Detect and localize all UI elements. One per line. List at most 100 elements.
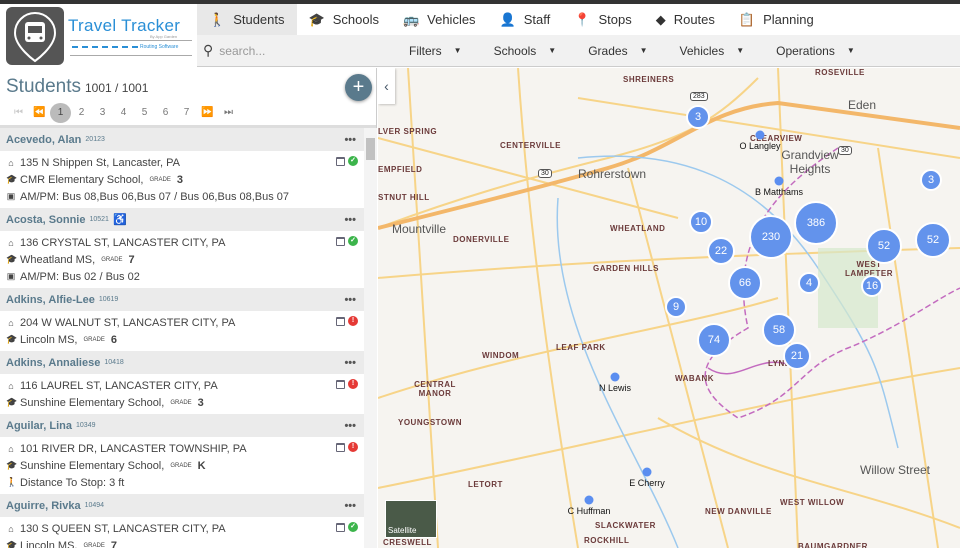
grades-dropdown[interactable]: Grades ▼ <box>588 44 647 58</box>
map[interactable]: ‹ SHREINERS ROSEVILLE CLEARVIEW CENTERVILLE… <box>378 68 960 548</box>
student-header[interactable]: Adkins, Annaliese 10418 ••• <box>0 351 364 374</box>
prev-page-icon[interactable]: ⏪ <box>29 103 50 123</box>
student-header[interactable]: Acosta, Sonnie 10521 ♿ ••• <box>0 208 364 231</box>
last-page-icon[interactable]: ⏭ <box>218 103 239 123</box>
student-name[interactable]: Aguirre, Rivka <box>6 500 81 512</box>
next-page-icon[interactable]: ⏩ <box>197 103 218 123</box>
stop-marker[interactable] <box>642 467 652 477</box>
student-name[interactable]: Acosta, Sonnie <box>6 214 85 226</box>
calendar-icon[interactable] <box>336 442 345 452</box>
map-town-label: Rohrerstown <box>578 167 647 181</box>
grade-label: GRADE <box>101 256 123 263</box>
map-area-label: SHREINERS <box>623 75 675 84</box>
student-address: 204 W WALNUT ST, LANCASTER CITY, PA <box>20 316 236 329</box>
highway-shield: 30 <box>838 146 852 155</box>
student-cluster-marker[interactable]: 230 <box>749 215 793 259</box>
map-area-label: CENTRAL MANOR <box>414 380 456 398</box>
scrollbar-thumb[interactable] <box>366 138 375 160</box>
stop-marker[interactable] <box>755 130 765 140</box>
student-name[interactable]: Adkins, Alfie-Lee <box>6 294 95 306</box>
student-cluster-marker[interactable]: 4 <box>798 272 820 294</box>
calendar-icon[interactable] <box>336 156 345 166</box>
tab-vehicles[interactable]: 🚌 Vehicles <box>391 4 488 35</box>
student-cluster-marker[interactable]: 58 <box>762 313 796 347</box>
student-header[interactable]: Aguilar, Lina 10349 ••• <box>0 414 364 437</box>
check-circle-icon: ✓ <box>348 236 358 246</box>
student-name[interactable]: Adkins, Annaliese <box>6 357 100 369</box>
scrollbar[interactable] <box>364 128 377 548</box>
page-7[interactable]: 7 <box>176 103 197 123</box>
panel-title: Students 1001 / 1001 <box>6 76 148 98</box>
tab-schools[interactable]: 🎓 Schools <box>297 4 391 35</box>
map-area-label: WINDOM <box>482 351 520 360</box>
first-page-icon[interactable]: ⏮ <box>8 103 29 123</box>
student-name[interactable]: Aguilar, Lina <box>6 420 72 432</box>
more-options-icon[interactable]: ••• <box>344 500 356 512</box>
page-6[interactable]: 6 <box>155 103 176 123</box>
student-count: 1001 / 1001 <box>85 81 149 95</box>
student-name[interactable]: Acevedo, Alan <box>6 134 81 146</box>
add-student-button[interactable]: + <box>345 74 372 101</box>
student-id: 10521 <box>89 216 109 223</box>
student-id: 10418 <box>104 359 124 366</box>
highway-shield: 283 <box>690 92 708 101</box>
student-cluster-marker[interactable]: 3 <box>920 169 942 191</box>
app-logo[interactable]: Travel Tracker By App Garden Routing Sof… <box>0 4 197 68</box>
student-cluster-marker[interactable]: 10 <box>689 210 713 234</box>
calendar-icon[interactable] <box>336 236 345 246</box>
stop-marker[interactable] <box>584 495 594 505</box>
student-cluster-marker[interactable]: 74 <box>697 323 731 357</box>
page-3[interactable]: 3 <box>92 103 113 123</box>
clipboard-icon: 📋 <box>738 11 756 27</box>
student-cluster-marker[interactable]: 21 <box>783 342 811 370</box>
tab-stops[interactable]: 📍 Stops <box>562 4 643 35</box>
student-cluster-marker[interactable]: 386 <box>794 201 838 245</box>
more-options-icon[interactable]: ••• <box>344 420 356 432</box>
satellite-toggle[interactable]: Satellite <box>385 500 437 538</box>
map-area-label: CRESWELL <box>383 538 432 547</box>
page-4[interactable]: 4 <box>113 103 134 123</box>
student-grade: 3 <box>176 173 183 186</box>
search-input[interactable]: ⚲ search... <box>197 42 397 59</box>
student-cluster-marker[interactable]: 9 <box>665 296 687 318</box>
student-header[interactable]: Adkins, Alfie-Lee 10619 ••• <box>0 288 364 311</box>
student-cluster-marker[interactable]: 66 <box>728 266 762 300</box>
app-by: By App Garden <box>150 34 178 39</box>
student-extra-info: Distance To Stop: 3 ft <box>20 476 125 489</box>
student-cluster-marker[interactable]: 52 <box>866 228 902 264</box>
calendar-icon[interactable] <box>336 379 345 389</box>
wheelchair-icon: ♿ <box>112 214 127 226</box>
stop-marker[interactable] <box>610 372 620 382</box>
stop-marker[interactable] <box>774 176 784 186</box>
more-options-icon[interactable]: ••• <box>344 134 356 146</box>
page-1[interactable]: 1 <box>50 103 71 123</box>
filters-dropdown[interactable]: Filters ▼ <box>409 44 462 58</box>
grade-label: GRADE <box>149 176 171 183</box>
calendar-icon[interactable] <box>336 522 345 532</box>
tab-planning[interactable]: 📋 Planning <box>727 4 826 35</box>
vehicles-dropdown[interactable]: Vehicles ▼ <box>680 44 745 58</box>
student-header[interactable]: Aguirre, Rivka 10494 ••• <box>0 494 364 517</box>
graduation-cap-icon: 🎓 <box>6 174 18 184</box>
student-cluster-marker[interactable]: 3 <box>686 105 710 129</box>
collapse-panel-button[interactable]: ‹ <box>378 68 395 104</box>
calendar-icon[interactable] <box>336 316 345 326</box>
more-options-icon[interactable]: ••• <box>344 294 356 306</box>
person-icon: 👤 <box>499 11 516 27</box>
more-options-icon[interactable]: ••• <box>344 214 356 226</box>
student-header[interactable]: Acevedo, Alan 20123 ••• <box>0 128 364 151</box>
page-2[interactable]: 2 <box>71 103 92 123</box>
alert-circle-icon: ! <box>348 442 358 452</box>
student-cluster-marker[interactable]: 22 <box>707 237 735 265</box>
tab-students[interactable]: 🚶 Students <box>197 4 297 35</box>
more-options-icon[interactable]: ••• <box>344 357 356 369</box>
tab-routes[interactable]: ◆ Routes <box>644 4 727 35</box>
tab-staff[interactable]: 👤 Staff <box>488 4 563 35</box>
tab-label: Schools <box>332 12 379 27</box>
student-cluster-marker[interactable]: 52 <box>915 222 951 258</box>
schools-dropdown[interactable]: Schools ▼ <box>494 44 557 58</box>
operations-dropdown[interactable]: Operations ▼ <box>776 44 855 58</box>
students-panel: Students 1001 / 1001 + ⏮ ⏪ 1 2 3 4 5 6 7 … <box>0 68 377 548</box>
student-cluster-marker[interactable]: 16 <box>861 275 883 297</box>
page-5[interactable]: 5 <box>134 103 155 123</box>
